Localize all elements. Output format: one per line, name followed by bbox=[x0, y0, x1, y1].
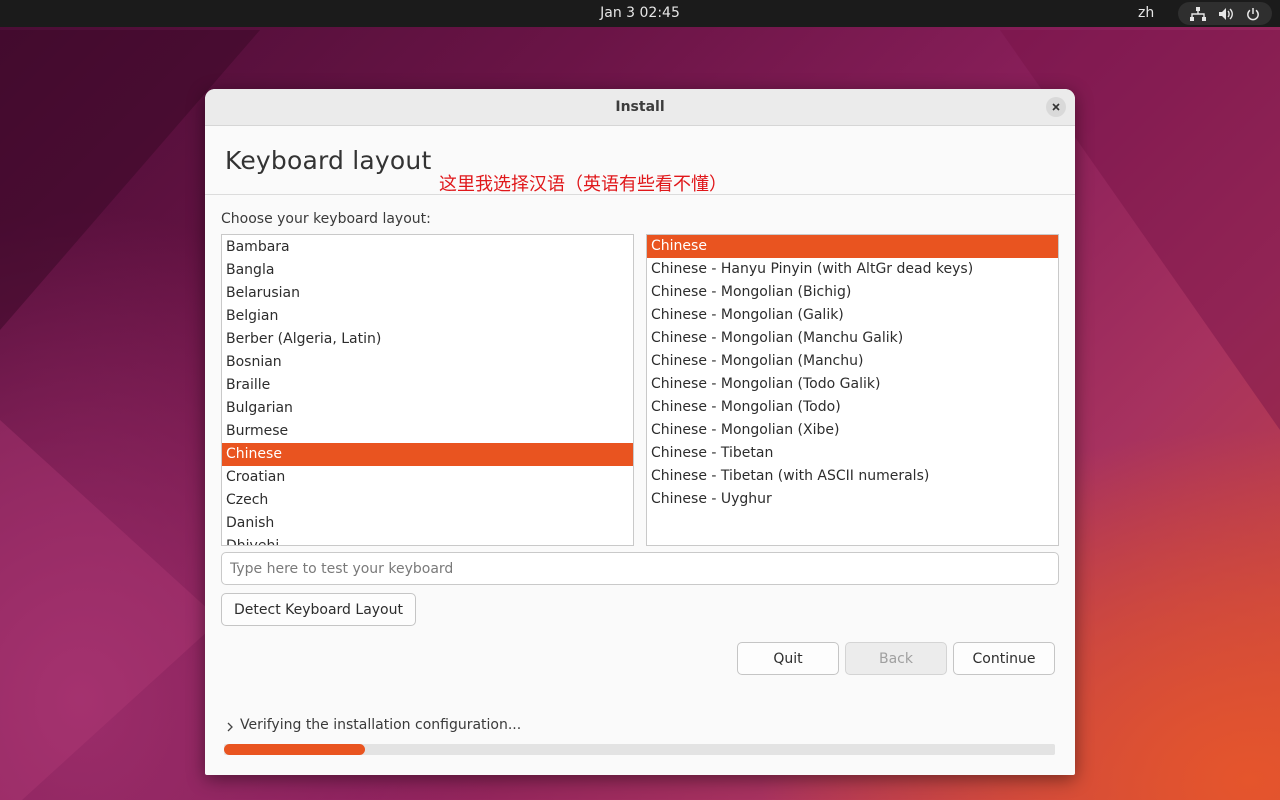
layout-list-item[interactable]: Burmese bbox=[222, 420, 633, 443]
layout-list-item[interactable]: Bulgarian bbox=[222, 397, 633, 420]
clock[interactable]: Jan 3 02:45 bbox=[0, 0, 1280, 27]
close-button[interactable] bbox=[1046, 97, 1066, 117]
variant-list-item[interactable]: Chinese - Mongolian (Todo Galik) bbox=[647, 373, 1058, 396]
variant-list[interactable]: Chinese Chinese - Hanyu Pinyin (with AltG… bbox=[646, 234, 1059, 546]
window-titlebar[interactable]: Install bbox=[205, 89, 1075, 126]
installer-window: Install Keyboard layout 这里我选择汉语（英语有些看不懂）… bbox=[205, 89, 1075, 775]
layout-list-item[interactable]: Croatian bbox=[222, 466, 633, 489]
progress-fill bbox=[224, 744, 366, 755]
continue-button[interactable]: Continue bbox=[953, 642, 1055, 675]
close-icon bbox=[1052, 103, 1060, 111]
variant-list-item[interactable]: Chinese - Hanyu Pinyin (with AltGr dead … bbox=[647, 258, 1058, 281]
back-button[interactable]: Back bbox=[845, 642, 947, 675]
page-title: Keyboard layout bbox=[225, 146, 432, 175]
choose-layout-label: Choose your keyboard layout: bbox=[221, 211, 431, 227]
variant-list-item[interactable]: Chinese - Uyghur bbox=[647, 488, 1058, 511]
variant-list-item[interactable]: Chinese - Tibetan bbox=[647, 442, 1058, 465]
detect-keyboard-layout-button[interactable]: Detect Keyboard Layout bbox=[221, 593, 416, 626]
input-language-indicator[interactable]: zh bbox=[1138, 0, 1154, 27]
progress-bar bbox=[224, 744, 1055, 755]
layout-list-item[interactable]: Chinese bbox=[222, 443, 633, 466]
page-header: Keyboard layout 这里我选择汉语（英语有些看不懂） bbox=[205, 126, 1075, 195]
system-tray[interactable] bbox=[1178, 2, 1272, 25]
keyboard-test-input[interactable] bbox=[221, 552, 1059, 585]
wallpaper-facet bbox=[0, 420, 220, 800]
variant-list-item[interactable]: Chinese - Tibetan (with ASCII numerals) bbox=[647, 465, 1058, 488]
top-bar: Jan 3 02:45 zh bbox=[0, 0, 1280, 27]
variant-list-item[interactable]: Chinese - Mongolian (Bichig) bbox=[647, 281, 1058, 304]
status-row[interactable]: Verifying the installation configuration… bbox=[227, 716, 521, 734]
layout-list-item[interactable]: Bangla bbox=[222, 259, 633, 282]
annotation-text: 这里我选择汉语（英语有些看不懂） bbox=[439, 174, 727, 195]
variant-list-item[interactable]: Chinese - Mongolian (Manchu) bbox=[647, 350, 1058, 373]
volume-icon bbox=[1218, 7, 1234, 21]
variant-list-item[interactable]: Chinese bbox=[647, 235, 1058, 258]
variant-list-item[interactable]: Chinese - Mongolian (Manchu Galik) bbox=[647, 327, 1058, 350]
quit-button[interactable]: Quit bbox=[737, 642, 839, 675]
power-icon bbox=[1246, 7, 1260, 21]
layout-list-item[interactable]: Braille bbox=[222, 374, 633, 397]
variant-list-item[interactable]: Chinese - Mongolian (Xibe) bbox=[647, 419, 1058, 442]
layout-list-item[interactable]: Bambara bbox=[222, 236, 633, 259]
layout-list-item[interactable]: Danish bbox=[222, 512, 633, 535]
chevron-right-icon[interactable] bbox=[227, 720, 234, 736]
network-icon bbox=[1190, 6, 1206, 21]
layout-list-item[interactable]: Belgian bbox=[222, 305, 633, 328]
layout-list-item[interactable]: Dhivehi bbox=[222, 535, 633, 545]
layout-list-item[interactable]: Bosnian bbox=[222, 351, 633, 374]
window-title: Install bbox=[615, 99, 665, 115]
layout-list-item[interactable]: Czech bbox=[222, 489, 633, 512]
status-text: Verifying the installation configuration… bbox=[240, 717, 522, 733]
layout-list-item[interactable]: Belarusian bbox=[222, 282, 633, 305]
variant-list-item[interactable]: Chinese - Mongolian (Galik) bbox=[647, 304, 1058, 327]
variant-list-item[interactable]: Chinese - Mongolian (Todo) bbox=[647, 396, 1058, 419]
layout-list-item[interactable]: Berber (Algeria, Latin) bbox=[222, 328, 633, 351]
layout-list[interactable]: Bambara Bangla Belarusian Belgian Berber (Al… bbox=[221, 234, 634, 546]
